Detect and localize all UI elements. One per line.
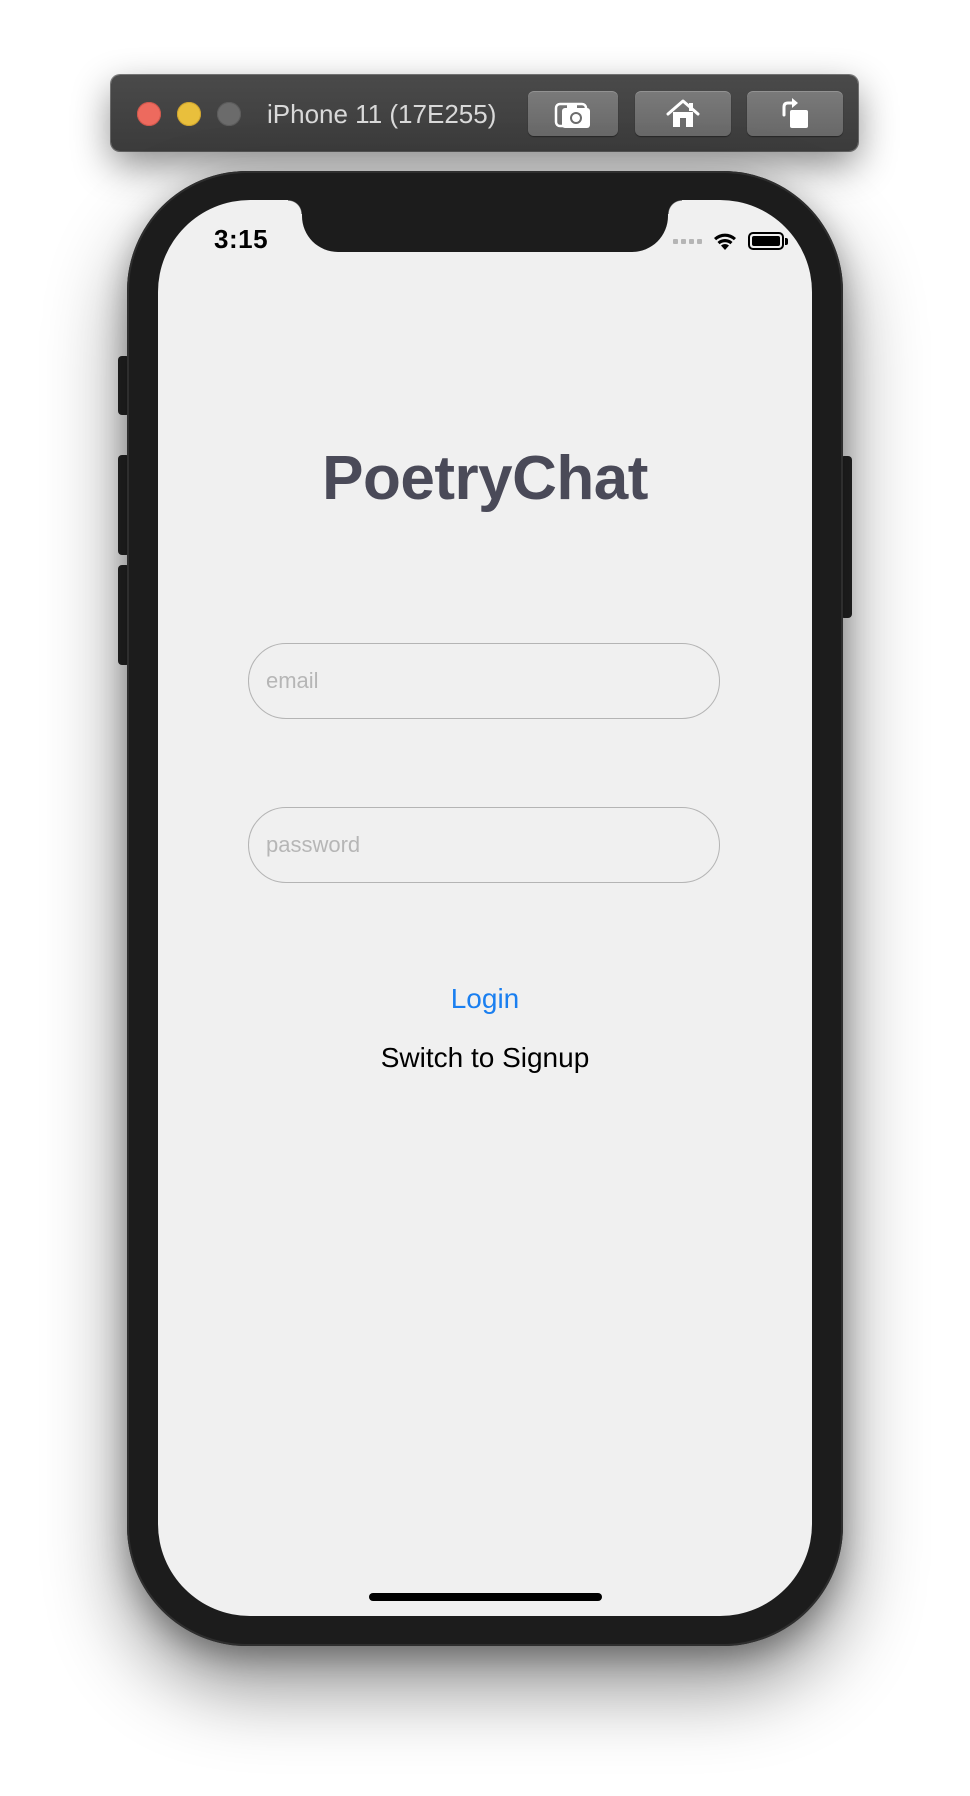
battery-level bbox=[752, 236, 780, 246]
status-time: 3:15 bbox=[214, 224, 269, 254]
simulator-toolbar: iPhone 11 (17E255) bbox=[111, 75, 858, 151]
switch-to-signup-button[interactable]: Switch to Signup bbox=[158, 1042, 812, 1074]
zoom-window-button[interactable] bbox=[217, 102, 241, 126]
rotate-icon bbox=[782, 97, 808, 128]
rotate-button[interactable] bbox=[747, 91, 843, 136]
battery-icon bbox=[748, 232, 788, 250]
status-indicators bbox=[673, 230, 788, 252]
cellular-signal-icon bbox=[673, 238, 702, 244]
password-field[interactable] bbox=[248, 807, 720, 883]
home-icon bbox=[666, 99, 700, 127]
minimize-window-button[interactable] bbox=[177, 102, 201, 126]
camera-icon bbox=[554, 102, 590, 128]
screenshot-button[interactable] bbox=[528, 91, 618, 136]
app-title: PoetryChat bbox=[322, 444, 648, 513]
email-field[interactable] bbox=[248, 643, 720, 719]
login-button[interactable]: Login bbox=[158, 983, 812, 1015]
home-button[interactable] bbox=[635, 91, 731, 136]
home-indicator[interactable] bbox=[369, 1593, 602, 1601]
close-window-button[interactable] bbox=[137, 102, 161, 126]
notch bbox=[288, 200, 682, 252]
phone-screen: 3:15 PoetryChat Login Switch to Signup bbox=[158, 200, 812, 1616]
device-title: iPhone 11 (17E255) bbox=[267, 99, 497, 129]
simulator-stage: iPhone 11 (17E255) 3:15 PoetryChat email… bbox=[0, 0, 970, 1796]
wifi-icon bbox=[714, 233, 736, 250]
